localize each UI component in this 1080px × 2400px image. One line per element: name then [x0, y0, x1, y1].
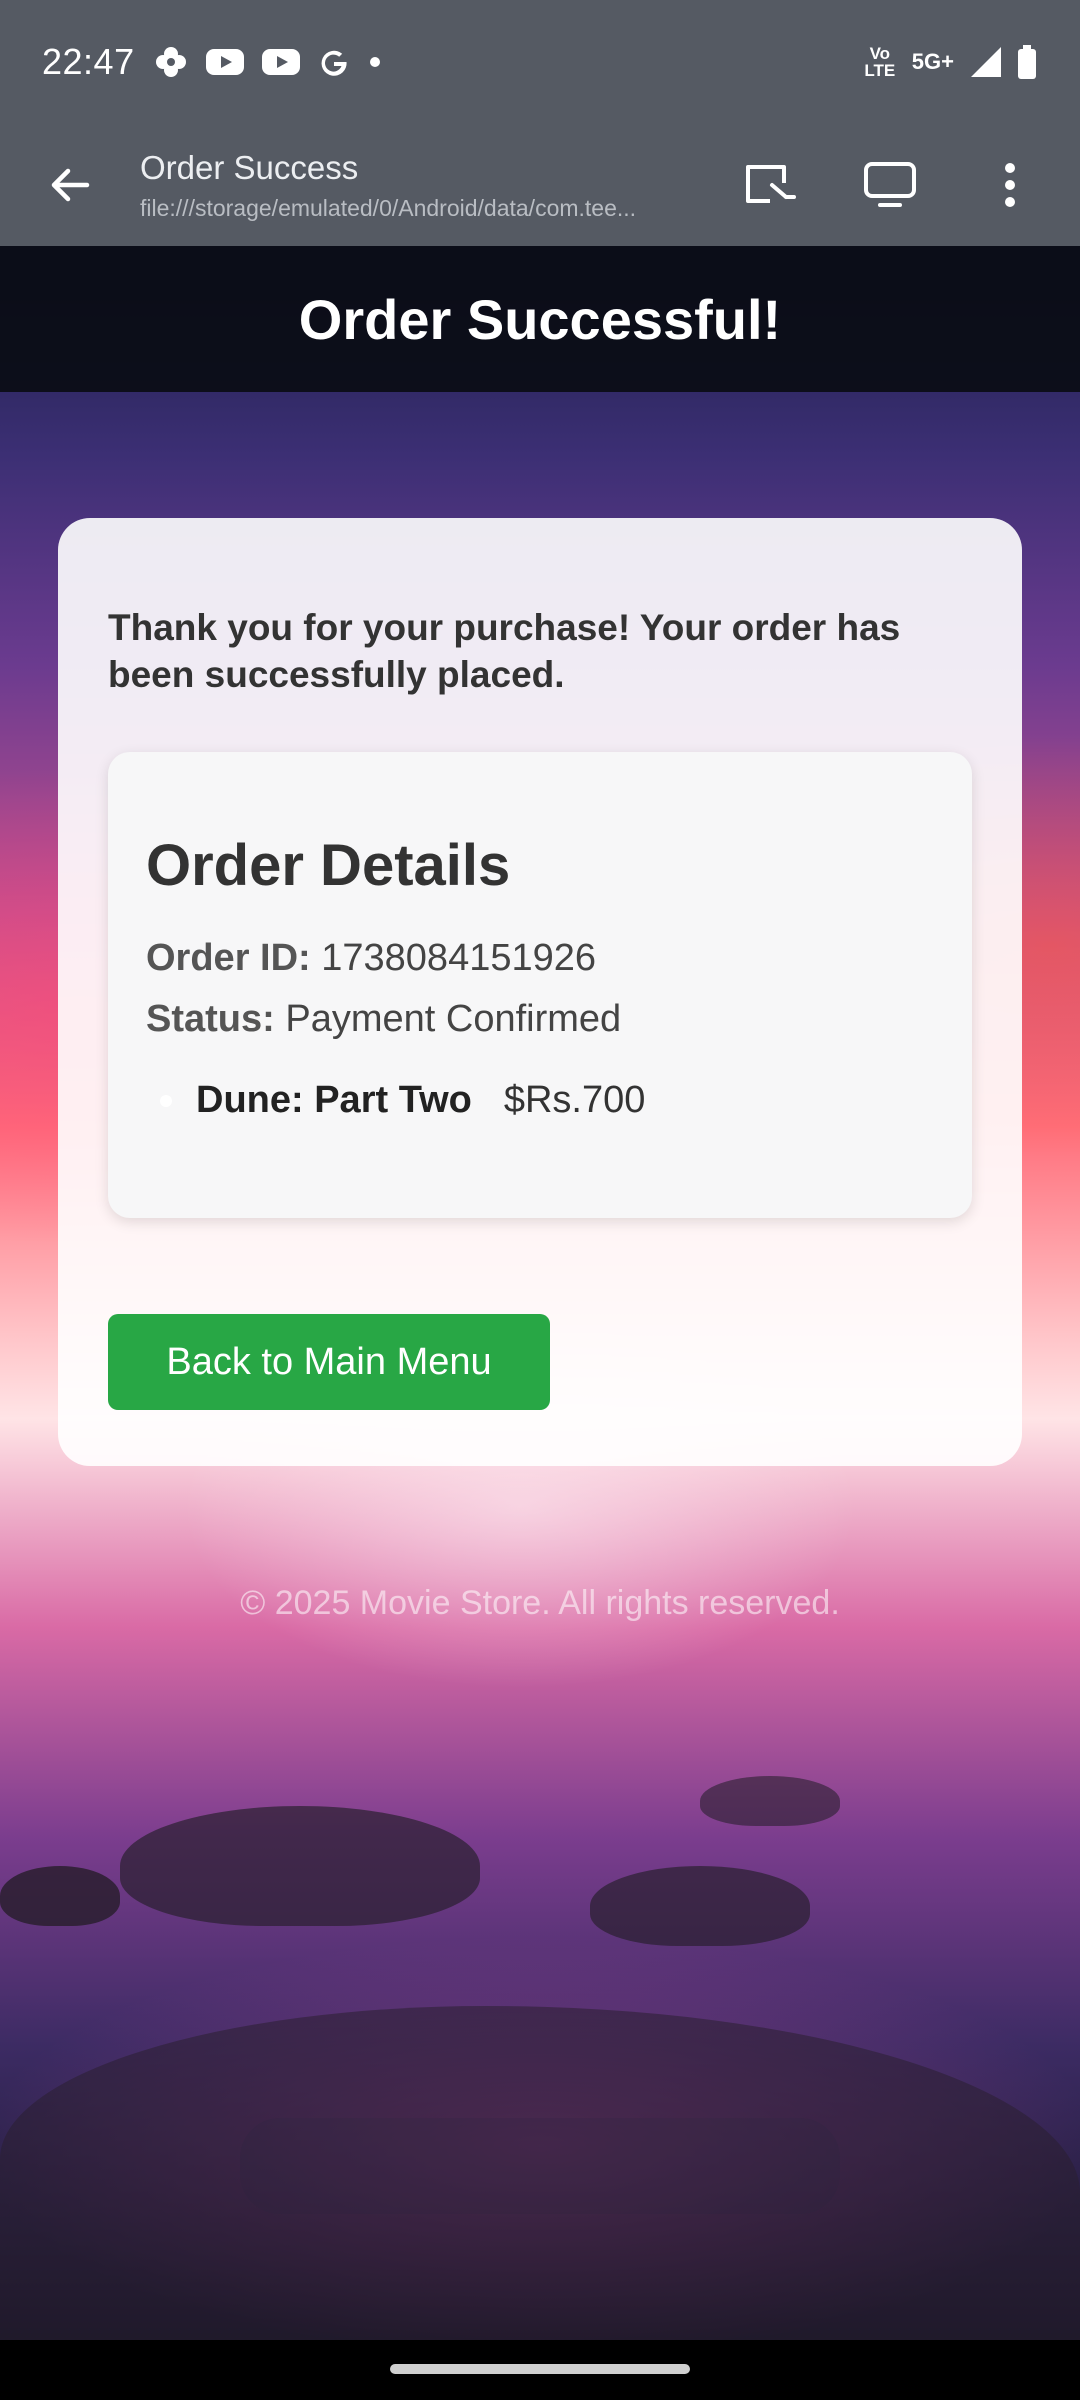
- page-content: Order Successful! Thank you for your pur…: [0, 246, 1080, 2340]
- faded-overlay-bar: [240, 2118, 840, 2214]
- tab-title: Order Success: [140, 148, 359, 186]
- status-label: Status:: [146, 998, 275, 1040]
- navigation-bar: [0, 2340, 1080, 2400]
- youtube-icon: [261, 47, 301, 77]
- item-price: $Rs.700: [503, 1079, 646, 1121]
- pinwheel-icon: [153, 44, 189, 80]
- list-item: Dune: Part Two $Rs.700: [146, 1079, 934, 1122]
- network-type: 5G+: [911, 49, 954, 74]
- back-to-main-menu-button[interactable]: Back to Main Menu: [108, 1314, 550, 1410]
- order-id-line: Order ID: 1738084151926: [146, 937, 934, 980]
- thank-you-message: Thank you for your purchase! Your order …: [108, 607, 901, 695]
- site-header: Order Successful!: [0, 246, 1080, 392]
- desktop-mode-icon[interactable]: [850, 145, 930, 225]
- rock-decoration: [120, 1806, 480, 1926]
- order-card: Thank you for your purchase! Your order …: [58, 518, 1022, 1466]
- dot-icon: [367, 54, 383, 70]
- footer-text: © 2025 Movie Store. All rights reserved.: [240, 1584, 840, 1622]
- battery-icon: [1016, 44, 1038, 80]
- status-line: Status: Payment Confirmed: [146, 998, 934, 1041]
- home-gesture-handle[interactable]: [390, 2364, 690, 2374]
- notification-icons: [153, 44, 383, 80]
- url-text[interactable]: file:///storage/emulated/0/Android/data/…: [140, 195, 710, 222]
- status-time: 22:47: [42, 41, 135, 82]
- status-bar: 22:47 Vo LTE 5G+: [0, 0, 1080, 124]
- signal-icon: [968, 45, 1002, 79]
- bullet-icon: [160, 1094, 172, 1107]
- page-title: Order Successful!: [298, 287, 782, 351]
- order-details-panel: Order Details Order ID: 1738084151926 St…: [108, 752, 972, 1218]
- google-icon: [317, 45, 351, 79]
- rock-decoration: [0, 1866, 120, 1926]
- rock-decoration: [590, 1866, 810, 1946]
- page-info: Order Success file:///storage/emulated/0…: [140, 149, 710, 222]
- system-icons: Vo LTE 5G+: [862, 44, 1038, 80]
- browser-toolbar: Order Success file:///storage/emulated/0…: [0, 124, 1080, 246]
- open-in-browser-icon[interactable]: [730, 145, 810, 225]
- status-value: Payment Confirmed: [285, 998, 622, 1040]
- volte-indicator: Vo LTE: [864, 44, 896, 80]
- order-id-label: Order ID:: [146, 937, 311, 979]
- order-id-value: 1738084151926: [321, 937, 597, 979]
- back-arrow-icon[interactable]: [30, 145, 110, 225]
- item-name: Dune: Part Two: [196, 1079, 472, 1121]
- order-details-title: Order Details: [146, 833, 511, 898]
- rock-decoration: [700, 1776, 840, 1826]
- more-options-icon[interactable]: [970, 145, 1050, 225]
- youtube-icon: [205, 47, 245, 77]
